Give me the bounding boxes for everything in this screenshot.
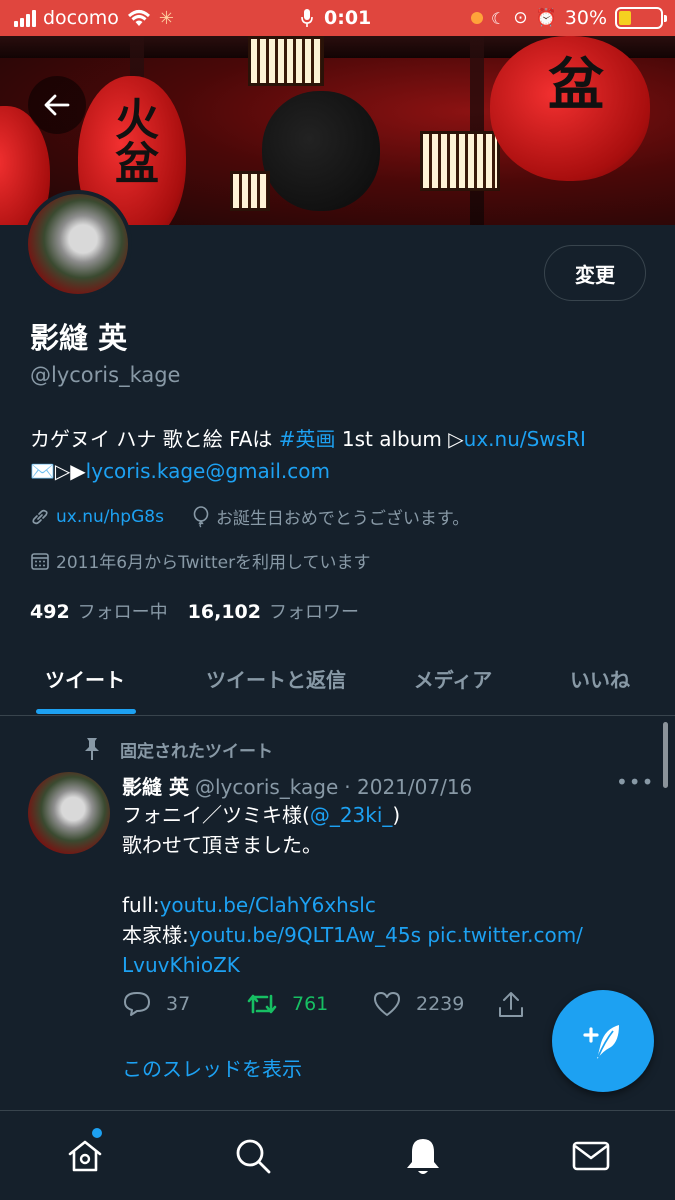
compose-tweet-button[interactable] — [552, 990, 654, 1092]
tab-tweets[interactable]: ツイート — [20, 640, 150, 716]
pin-icon — [85, 738, 99, 760]
retweet-button[interactable]: 761 — [246, 990, 328, 1018]
wifi-icon — [127, 10, 150, 26]
reply-button[interactable]: 37 — [122, 990, 190, 1018]
profile-website-link[interactable]: ux.nu/hpG8s — [56, 507, 164, 527]
status-right: ☾ ⊙ ⏰ 30% — [471, 0, 667, 36]
profile-bio: カゲヌイ ハナ 歌と絵 FAは #英画 1st album ▷ux.nu/Sws… — [30, 423, 650, 487]
clock-time: 0:01 — [324, 7, 372, 29]
bio-url-link[interactable]: ux.nu/SwsRI — [464, 427, 586, 451]
profile-birthday: お誕生日おめでとうございます。 — [215, 509, 470, 529]
reply-icon — [124, 992, 150, 1016]
reply-count: 37 — [166, 993, 191, 1015]
pinned-tweet-label: 固定されたツイート — [80, 736, 273, 762]
alarm-icon: ⏰ — [535, 8, 557, 28]
tweet-line: フォニイ／ツミキ様(@_23ki_) — [122, 800, 642, 830]
tab-media[interactable]: メディア — [398, 640, 508, 716]
bottom-navigation — [0, 1110, 675, 1200]
notifications-bell-icon — [407, 1139, 439, 1174]
profile-joined-row: 2011年6月からTwitterを利用しています — [30, 548, 371, 573]
tweet-author-avatar[interactable] — [28, 772, 110, 854]
nav-messages[interactable] — [566, 1131, 616, 1181]
share-icon — [499, 992, 523, 1017]
edit-profile-button[interactable]: 変更 — [544, 245, 646, 301]
nav-notifications[interactable] — [398, 1131, 448, 1181]
tweet-author-handle[interactable]: @lycoris_kage — [195, 775, 338, 799]
bio-text: ✉️▷▶ — [30, 459, 86, 483]
tweet-full-link[interactable]: youtu.be/ClahY6xhslc — [160, 893, 376, 917]
following-count[interactable]: 492 — [30, 601, 70, 623]
battery-icon — [615, 7, 667, 29]
tweet-actions: 37 761 2239 — [122, 990, 542, 1030]
rotation-lock-icon: ⊙ — [513, 8, 528, 28]
carrier-name: docomo — [43, 7, 119, 29]
home-icon — [68, 1140, 102, 1172]
link-icon — [32, 509, 48, 524]
record-dot-icon — [471, 12, 483, 24]
profile-meta-row: ux.nu/hpG8s お誕生日おめでとうございます。 — [30, 504, 469, 529]
moon-icon: ☾ — [491, 8, 506, 28]
signal-bars-icon — [14, 9, 36, 27]
tweet-text: フォニイ／ツミキ様( — [122, 803, 310, 827]
activity-spinner-icon: ✳ — [158, 7, 174, 29]
tweet-text: 本家様: — [122, 923, 189, 947]
tweet-line: 歌わせて頂きました。 — [122, 833, 322, 857]
balloon-icon — [193, 505, 209, 528]
tweet-line: 本家様:youtu.be/9QLT1Aw_45s pic.twitter.com… — [122, 920, 642, 950]
tweet-line: LvuvKhioZK — [122, 950, 642, 980]
active-tab-indicator — [36, 709, 136, 714]
search-icon — [236, 1139, 271, 1174]
bio-text: カゲヌイ ハナ 歌と絵 FAは — [30, 427, 279, 451]
tweet-more-icon[interactable]: ••• — [616, 770, 654, 794]
status-center: 0:01 — [300, 0, 371, 36]
back-button[interactable] — [28, 76, 86, 134]
tweet-author-name[interactable]: 影縫 英 — [122, 771, 189, 800]
bio-hashtag-link[interactable]: #英画 — [279, 427, 336, 451]
profile-avatar[interactable] — [24, 190, 132, 298]
retweet-count: 761 — [292, 993, 329, 1015]
tweet-mention-link[interactable]: @_23ki_ — [310, 803, 393, 827]
tweet-date[interactable]: · 2021/07/16 — [344, 775, 472, 799]
compose-feather-icon — [583, 1025, 619, 1059]
profile-name: 影縫 英 — [30, 321, 128, 355]
followers-count[interactable]: 16,102 — [188, 601, 261, 623]
heart-icon — [374, 992, 400, 1016]
bio-email-link[interactable]: lycoris.kage@gmail.com — [86, 459, 330, 483]
like-count: 2239 — [416, 993, 465, 1015]
tweet-text: ) — [392, 803, 401, 827]
tweet-body: フォニイ／ツミキ様(@_23ki_) 歌わせて頂きました。 full:youtu… — [122, 800, 642, 980]
nav-home[interactable] — [60, 1131, 110, 1181]
status-bar: docomo ✳ 0:01 ☾ ⊙ ⏰ 30% — [0, 0, 675, 36]
tweet-line: full:youtu.be/ClahY6xhslc — [122, 890, 642, 920]
share-button[interactable] — [496, 990, 526, 1020]
tab-tweets-and-replies[interactable]: ツイートと返信 — [190, 640, 362, 716]
profile-handle: @lycoris_kage — [30, 363, 181, 387]
like-button[interactable]: 2239 — [372, 990, 464, 1018]
pinned-text: 固定されたツイート — [120, 741, 273, 762]
bio-text: 1st album ▷ — [335, 427, 464, 451]
tweet-header: 影縫 英 @lycoris_kage · 2021/07/16 — [122, 771, 472, 800]
follow-stats: 492 フォロー中 16,102 フォロワー — [30, 598, 359, 624]
show-thread-link[interactable]: このスレッドを表示 — [122, 1053, 302, 1082]
profile-tabs: ツイート ツイートと返信 メディア いいね — [0, 640, 675, 716]
tweet-pic-link[interactable]: LvuvKhioZK — [122, 953, 240, 977]
tweet-original-link[interactable]: youtu.be/9QLT1Aw_45s pic.twitter.com/ — [189, 923, 583, 947]
status-left: docomo ✳ — [14, 0, 174, 36]
arrow-left-icon — [44, 94, 70, 116]
microphone-icon — [301, 9, 313, 27]
retweet-icon — [247, 994, 277, 1014]
messages-envelope-icon — [572, 1141, 610, 1171]
profile-joined-date: 2011年6月からTwitterを利用しています — [56, 553, 371, 573]
tab-likes[interactable]: いいね — [550, 640, 650, 716]
home-notification-dot — [92, 1128, 102, 1138]
followers-label[interactable]: フォロワー — [269, 598, 359, 624]
scrollbar[interactable] — [663, 722, 668, 788]
calendar-icon — [31, 552, 49, 570]
tweet-text: full: — [122, 893, 160, 917]
following-label[interactable]: フォロー中 — [78, 598, 168, 624]
nav-search[interactable] — [228, 1131, 278, 1181]
battery-percent: 30% — [564, 7, 607, 29]
